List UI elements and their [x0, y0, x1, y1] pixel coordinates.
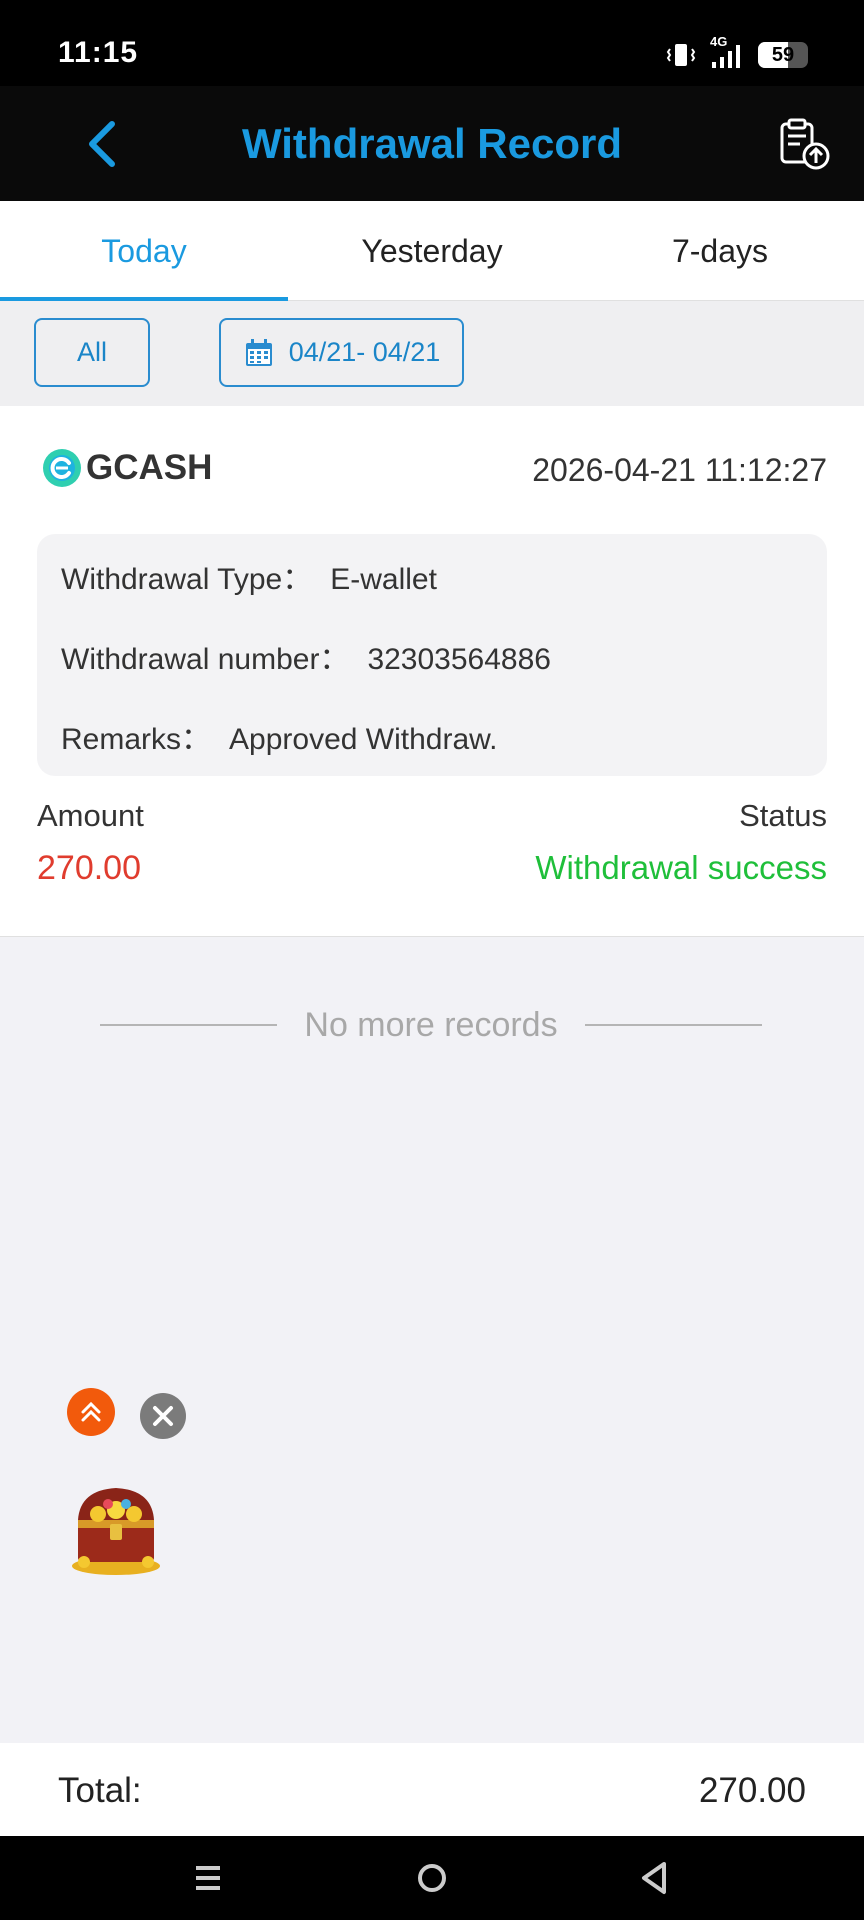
withdrawal-type-label: Withdrawal Type： [61, 563, 313, 596]
page-title: Withdrawal Record [241, 120, 622, 167]
app-header: Withdrawal Record [0, 86, 864, 201]
withdrawal-number-value: 32303564886 [367, 643, 551, 676]
battery-text: 59 [771, 44, 795, 66]
calendar-icon [245, 338, 272, 366]
close-icon [153, 1406, 173, 1426]
export-record-icon [780, 118, 830, 170]
withdrawal-number-row: Withdrawal number： 32303564886 [61, 634, 551, 678]
amount-value: 270.00 [37, 849, 141, 887]
back-icon [642, 1862, 666, 1894]
status-bar: 11:15 4G 59 [0, 0, 864, 86]
total-bar: Total: 270.00 [0, 1743, 864, 1836]
record-details: Withdrawal Type： E-wallet Withdrawal numb… [37, 534, 827, 776]
vibrate-icon [666, 44, 696, 66]
tab-today[interactable]: Today [0, 201, 288, 301]
export-record-button[interactable] [776, 116, 832, 172]
divider-line-left [100, 1024, 277, 1026]
recent-apps-button[interactable] [180, 1850, 236, 1906]
home-icon [418, 1864, 446, 1892]
filter-all-label: All [76, 337, 107, 367]
list-end-divider: No more records [100, 1000, 762, 1050]
back-arrow-icon [89, 121, 115, 167]
status-value: Withdrawal success [535, 849, 827, 886]
payment-method: GCASH [42, 448, 212, 488]
menu-icon [196, 1866, 220, 1890]
scroll-top-button[interactable] [67, 1388, 115, 1436]
remarks-row: Remarks： Approved Withdraw. [61, 714, 497, 758]
withdrawal-record-card[interactable]: GCASH 2026-04-21 11:12:27 Withdrawal Typ… [0, 406, 864, 937]
status-time: 11:15 [58, 36, 139, 69]
status-label: Status [739, 798, 827, 833]
withdrawal-type-row: Withdrawal Type： E-wallet [61, 554, 437, 598]
system-nav-bar [0, 1836, 864, 1920]
date-range-button[interactable]: 04/21- 04/21 [219, 318, 464, 387]
back-button[interactable] [78, 116, 128, 172]
filter-row: All 04/21- 04/21 [0, 301, 864, 406]
record-datetime: 2026-04-21 11:12:27 [532, 452, 827, 488]
tab-7-days[interactable]: 7-days [576, 201, 864, 301]
withdrawal-number-label: Withdrawal number： [61, 643, 350, 676]
remarks-label: Remarks： [61, 723, 212, 756]
filter-all-button[interactable]: All [34, 318, 150, 387]
home-button[interactable] [404, 1850, 460, 1906]
status-icons: 4G 59 [666, 34, 808, 70]
treasure-chest-button[interactable] [64, 1474, 166, 1578]
scroll-top-icon [81, 1401, 101, 1422]
gcash-logo-icon [43, 449, 81, 487]
total-value: 270.00 [698, 1771, 806, 1810]
withdrawal-type-value: E-wallet [330, 563, 437, 596]
date-tabs: Today Yesterday 7-days [0, 201, 864, 301]
treasure-chest-icon [72, 1488, 160, 1575]
remarks-value: Approved Withdraw. [229, 723, 498, 756]
no-more-records-text: No more records [304, 1005, 558, 1044]
date-range-label: 04/21- 04/21 [288, 337, 441, 367]
payment-method-name: GCASH [86, 448, 213, 487]
system-back-button[interactable] [626, 1850, 682, 1906]
amount-label: Amount [37, 798, 144, 833]
signal-icon: 4G [710, 34, 744, 70]
total-label: Total: [58, 1771, 142, 1810]
divider-line-right [584, 1024, 762, 1026]
close-floating-button[interactable] [140, 1393, 186, 1439]
tab-yesterday[interactable]: Yesterday [288, 201, 576, 301]
battery-icon: 59 [758, 42, 808, 68]
